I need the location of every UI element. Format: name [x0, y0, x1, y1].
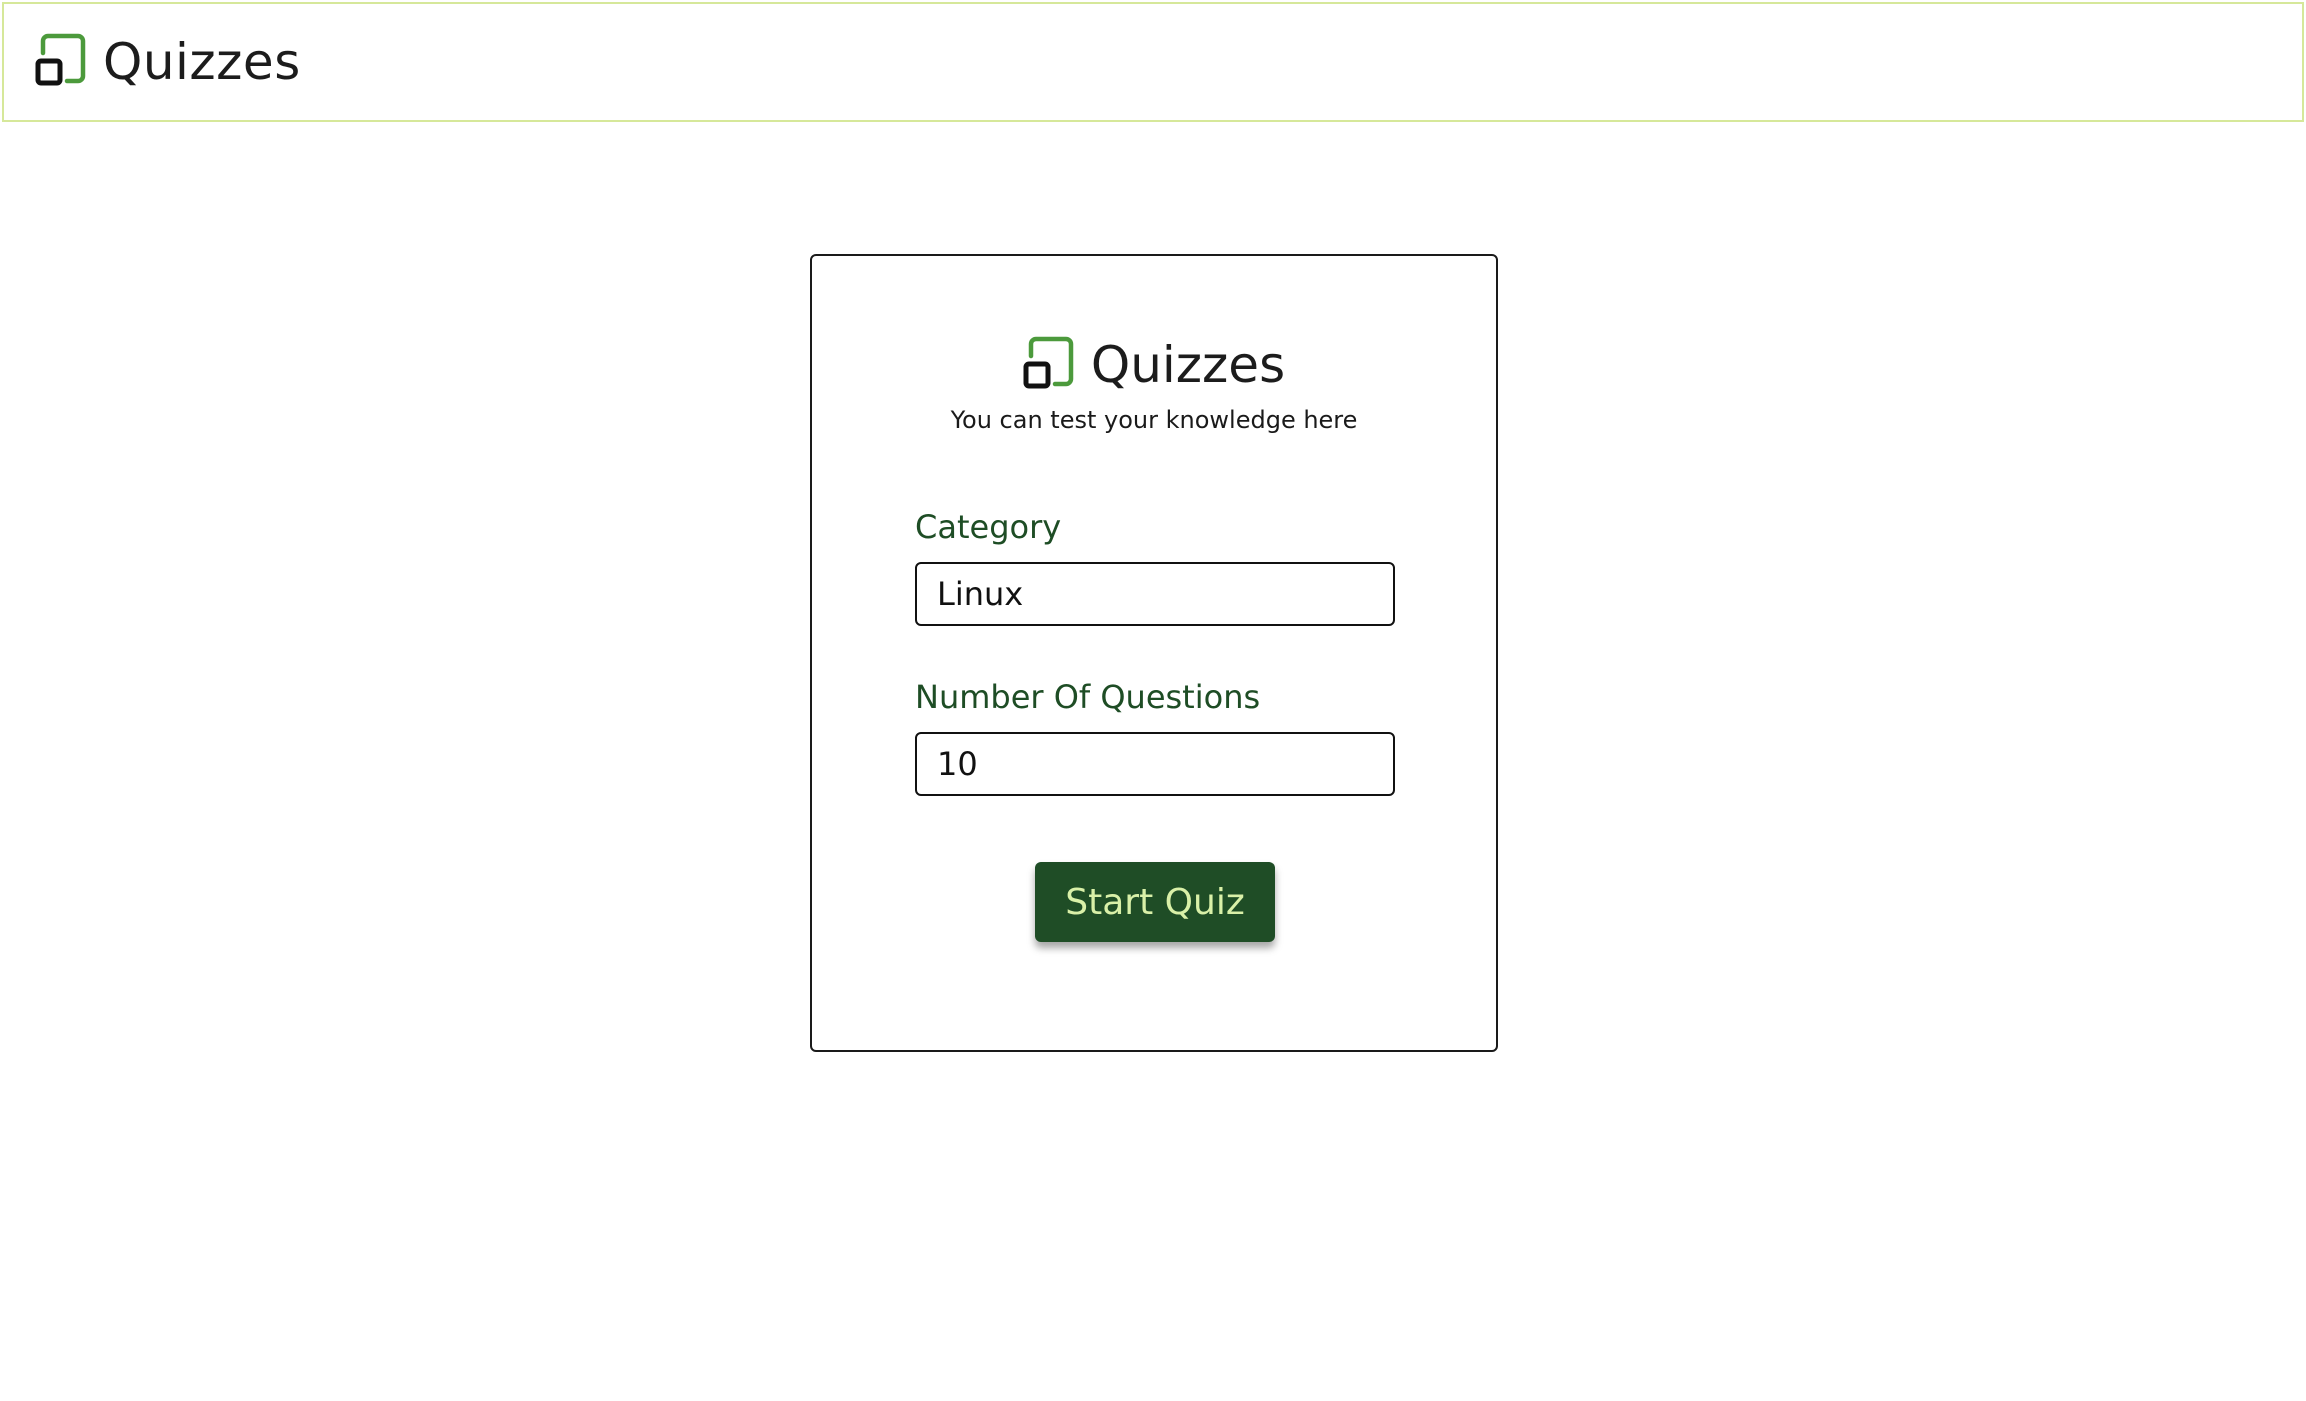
- start-quiz-button[interactable]: Start Quiz: [1035, 862, 1275, 942]
- navbar-brand-name: Quizzes: [103, 33, 301, 91]
- category-input[interactable]: [915, 562, 1395, 626]
- navbar: Quizzes: [2, 2, 2304, 122]
- navbar-brand[interactable]: Quizzes: [35, 33, 301, 91]
- quizzes-logo-icon: [1023, 336, 1077, 394]
- quiz-setup-card: Quizzes You can test your knowledge here…: [810, 254, 1498, 1052]
- questions-input[interactable]: [915, 732, 1395, 796]
- card-header: Quizzes You can test your knowledge here: [812, 336, 1496, 434]
- card-brand: Quizzes: [1023, 336, 1285, 394]
- card-brand-name: Quizzes: [1090, 336, 1286, 394]
- card-subtitle: You can test your knowledge here: [950, 406, 1358, 434]
- category-label: Category: [915, 508, 1062, 546]
- questions-label: Number Of Questions: [915, 678, 1261, 716]
- quizzes-logo-icon: [35, 33, 89, 91]
